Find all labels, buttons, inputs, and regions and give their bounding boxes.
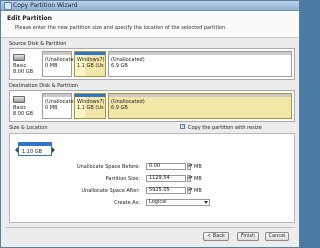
- destination-segment-windows7[interactable]: Windows7( 1.1 GB (Us: [74, 93, 106, 119]
- app-icon: [4, 2, 12, 10]
- page-subtitle: Please enter the new partition size and …: [15, 25, 227, 31]
- create-as-label: Create As:: [114, 200, 140, 206]
- before-label: Unallocate Space Before:: [76, 164, 140, 170]
- chevron-down-icon: [204, 201, 208, 204]
- disk-icon: [13, 96, 25, 103]
- resize-right-arrow-icon[interactable]: [52, 147, 55, 153]
- size-unit: MB: [194, 176, 202, 182]
- segment-size: 1.1 GB (Us: [77, 63, 104, 69]
- source-segment-windows7[interactable]: Windows7( 1.1 GB (Us: [74, 51, 106, 77]
- page-title: Edit Partition: [7, 15, 52, 22]
- before-unit: MB: [194, 164, 202, 170]
- copy-with-resize-label: Copy the partition with resize: [188, 125, 262, 131]
- size-location-label: Size & Location: [9, 125, 48, 131]
- destination-disk-size: 8.00 GB: [13, 111, 34, 117]
- destination-section-label: Destination Disk & Partition: [9, 83, 78, 89]
- source-disk-map: Basic 8.00 GB (Unallocated) 0 MB Windows…: [9, 48, 295, 80]
- partition-resize-handle[interactable]: 1.10 GB: [15, 142, 55, 156]
- source-segment-unallocated-after[interactable]: (Unallocated) 6.9 GB: [108, 51, 292, 77]
- source-segment-unallocated-before[interactable]: (Unallocated) 0 MB: [42, 51, 79, 77]
- size-label: Partition Size:: [105, 176, 140, 182]
- destination-segment-unallocated-before[interactable]: (Unallocated) 0 MB: [42, 93, 79, 119]
- finish-button[interactable]: Finish: [237, 232, 259, 241]
- segment-size: 1.1 GB (Us: [77, 105, 104, 111]
- cancel-button[interactable]: Cancel: [265, 232, 289, 241]
- resize-left-arrow-icon[interactable]: [15, 147, 18, 153]
- create-as-select[interactable]: Logical: [146, 199, 210, 206]
- unallocated-after-input[interactable]: 5925.05: [146, 187, 186, 194]
- back-button[interactable]: < Back: [203, 232, 229, 241]
- after-unit: MB: [194, 188, 202, 194]
- source-disk-size: 8.00 GB: [13, 69, 34, 75]
- footer-separator: [5, 227, 295, 228]
- destination-segment-unallocated-after[interactable]: (Unallocated) 6.9 GB: [108, 93, 292, 119]
- size-spinner[interactable]: ▲▼: [187, 175, 193, 182]
- window-title: Copy Partition Wizard: [13, 2, 78, 9]
- segment-size: 6.9 GB: [111, 105, 128, 111]
- resize-area: 1.10 GB Unallocate Space Before: 0.00 ▲▼…: [9, 133, 295, 223]
- title-bar[interactable]: Copy Partition Wizard: [1, 1, 299, 11]
- before-spinner[interactable]: ▲▼: [187, 163, 193, 170]
- source-section-label: Source Disk & Partition: [9, 41, 67, 47]
- disk-icon: [13, 54, 25, 61]
- partition-size-input[interactable]: 1129.54: [146, 175, 186, 182]
- destination-disk-map: Basic 8.00 GB (Unallocated) 0 MB Windows…: [9, 90, 295, 122]
- segment-size: 0 MB: [45, 105, 58, 111]
- after-label: Unallocate Space After:: [81, 188, 140, 194]
- segment-size: 6.9 GB: [111, 63, 128, 69]
- segment-size: 0 MB: [45, 63, 58, 69]
- wizard-header: Edit Partition Please enter the new part…: [1, 11, 299, 38]
- create-as-value: Logical: [149, 199, 167, 205]
- after-spinner[interactable]: ▲▼: [187, 187, 193, 194]
- copy-partition-wizard-window: Copy Partition Wizard Edit Partition Ple…: [0, 0, 300, 248]
- unallocated-before-input[interactable]: 0.00: [146, 163, 186, 170]
- copy-with-resize-checkbox[interactable]: ✓: [180, 124, 185, 130]
- handle-size-label: 1.10 GB: [22, 149, 43, 155]
